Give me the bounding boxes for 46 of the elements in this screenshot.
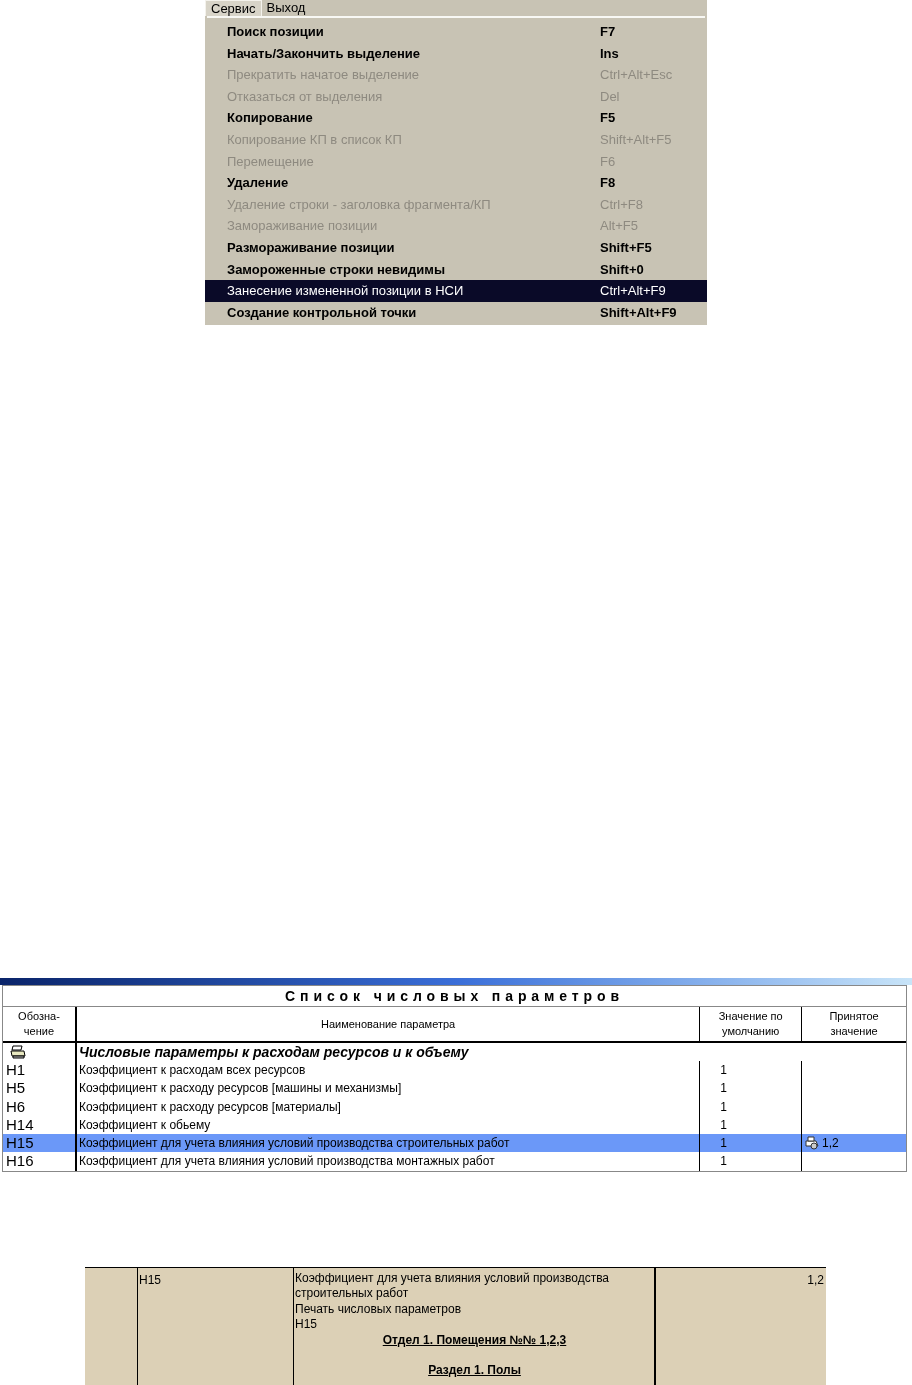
menu-item[interactable]: Удаление F8 [205, 172, 707, 194]
report-cell-text: 1,2 [807, 1271, 824, 1289]
table-row[interactable]: H6 Коэффициент к расходу ресурсов [материалы] 1 [3, 1097, 906, 1116]
table-cell: Коэффициент для учета влияния условий производства монтажных работ [76, 1152, 701, 1171]
table-cell: H6 [3, 1097, 77, 1116]
column-header: Обозна- чение [3, 1007, 77, 1041]
table-cell: Коэффициент к расходу ресурсов [машины и механизмы] [76, 1079, 701, 1098]
report-cell: H15 [139, 1272, 161, 1287]
report-text: H15 [295, 1317, 318, 1333]
column-header: Значение по умолчанию [700, 1007, 803, 1041]
table-cell: 1 [700, 1061, 803, 1080]
menu-item[interactable]: Начать/Закончить выделение Ins [205, 42, 707, 65]
column-header: Наименование параметра [76, 1007, 701, 1041]
table-cell: Коэффициент для учета влияния условий производства строительных работ [76, 1134, 701, 1153]
menu-item[interactable]: Создание контрольной точки Shift+Alt+F9 [205, 301, 707, 324]
table-cell: H15 [3, 1134, 77, 1153]
menu-item[interactable]: Копирование F5 [205, 107, 707, 129]
table-cell: Коэффициент к расходам всех ресурсов [76, 1061, 701, 1080]
table-cell: 1 [700, 1097, 803, 1116]
menubar-item[interactable]: Выход [261, 0, 311, 16]
column-header: Принятое значение [828, 1009, 880, 1039]
table-title: Список числовых параметров [3, 986, 906, 1007]
table-row[interactable]: H1 Коэффициент к расходам всех ресурсов 1 [3, 1061, 906, 1080]
menu-item[interactable]: Размораживание позиции Shift+F5 [205, 236, 707, 259]
report-heading: Раздел 1. Полы [428, 1363, 521, 1379]
table-cell: 1 [700, 1079, 803, 1098]
table-cell: H16 [3, 1152, 77, 1171]
report-text: Коэффициент для учета влияния условий производства строительных работ [295, 1270, 611, 1302]
menu-item[interactable]: Поиск позиции F7 [205, 21, 707, 43]
report-text: Печать числовых параметров [295, 1301, 462, 1318]
printer-icon [804, 1136, 820, 1151]
printer-icon [10, 1045, 26, 1059]
table-row[interactable]: H16 Коэффициент для учета влияния условий производства монтажных работ 1 [3, 1152, 906, 1171]
table-row[interactable]: H15 Коэффициент для учета влияния условий производства строительных работ 1 1,2 [3, 1134, 906, 1153]
table-row[interactable]: H5 Коэффициент к расходу ресурсов [машины и механизмы] 1 [3, 1079, 906, 1098]
table-cell-text: 1,2 [822, 1135, 839, 1153]
group-heading: Числовые параметры к расходам ресурсов и к объему [78, 1042, 469, 1062]
menubar-item[interactable]: Сервис [205, 0, 262, 16]
table-cell: H1 [3, 1061, 77, 1080]
table-cell: H5 [3, 1079, 77, 1098]
menu-item[interactable]: Замороженные строки невидимы Shift+0 [205, 258, 707, 281]
table-cell: 1 [700, 1152, 803, 1171]
table-cell: Коэффициент к расходу ресурсов [материалы] [76, 1097, 701, 1116]
menu-item[interactable]: Занесение измененной позиции в НСИ Ctrl+Alt+F9 [205, 280, 707, 302]
table-cell: 1 [700, 1134, 803, 1153]
report-heading: Отдел 1. Помещения №№ 1,2,3 [382, 1332, 567, 1349]
